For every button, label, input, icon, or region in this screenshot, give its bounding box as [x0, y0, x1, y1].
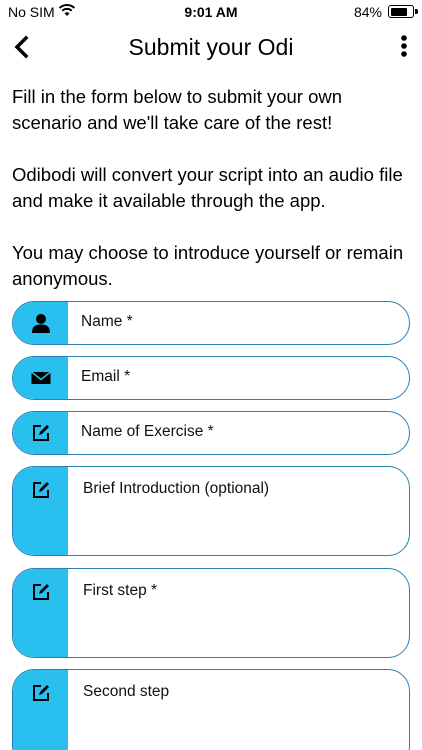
edit-icon [32, 685, 49, 701]
second-step-icon-cell [13, 670, 68, 750]
intro-paragraph-2: Odibodi will convert your script into an… [12, 164, 403, 211]
email-field-placeholder: Email * [81, 368, 131, 385]
name-field[interactable]: Name * [12, 301, 410, 345]
envelope-icon [30, 371, 51, 384]
brief-introduction-placeholder: Brief Introduction (optional) [83, 480, 270, 497]
edit-icon [32, 482, 49, 498]
exercise-name-icon-cell [13, 412, 68, 454]
battery-icon [388, 5, 418, 18]
battery-fill [390, 7, 408, 16]
second-step-textarea[interactable]: Second step [12, 669, 410, 750]
first-step-icon-cell [13, 569, 68, 657]
second-step-placeholder: Second step [83, 683, 170, 700]
intro-text: Fill in the form below to submit your ow… [12, 84, 412, 318]
email-field[interactable]: Email * [12, 356, 410, 400]
edit-icon [32, 425, 49, 441]
more-vertical-icon[interactable] [400, 34, 408, 60]
brief-introduction-icon-cell [13, 467, 68, 555]
name-field-placeholder: Name * [81, 313, 133, 330]
edit-icon [32, 584, 49, 600]
first-step-textarea[interactable]: First step * [12, 568, 410, 658]
exercise-name-field[interactable]: Name of Exercise * [12, 411, 410, 455]
navigation-bar: Submit your Odi [0, 24, 422, 72]
battery-percent: 84% [353, 4, 382, 20]
status-bar: No SIM 9:01 AM 84% [0, 0, 422, 24]
exercise-name-placeholder: Name of Exercise * [81, 423, 214, 440]
user-icon [31, 314, 50, 333]
email-field-icon-cell [13, 357, 68, 399]
brief-introduction-textarea[interactable]: Brief Introduction (optional) [12, 466, 410, 556]
name-field-icon-cell [13, 302, 68, 344]
page-title: Submit your Odi [128, 34, 294, 60]
intro-paragraph-1: Fill in the form below to submit your ow… [12, 86, 343, 133]
intro-paragraph-3: You may choose to introduce yourself or … [12, 242, 404, 289]
first-step-placeholder: First step * [83, 582, 158, 599]
